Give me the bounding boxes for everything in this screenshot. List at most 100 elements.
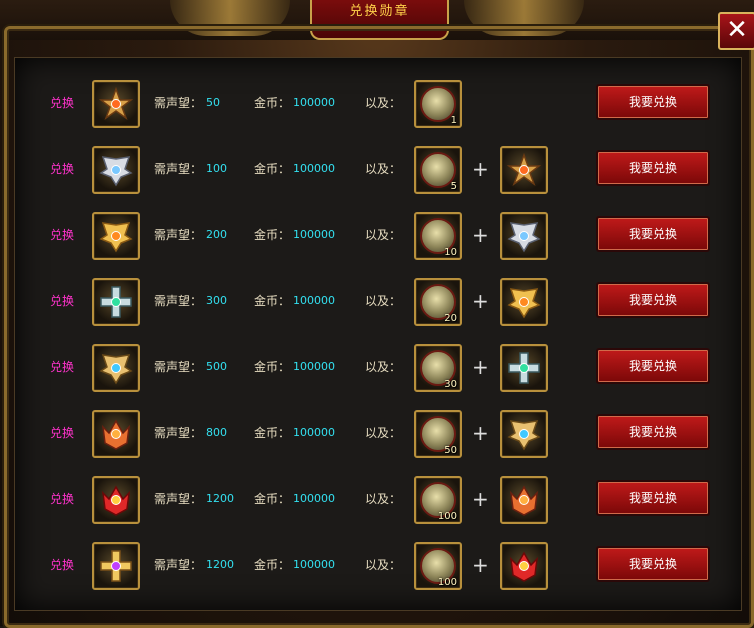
gold-label: 金币：: [254, 96, 291, 110]
required-medal-slot[interactable]: [500, 476, 548, 524]
reputation-value: 1200: [206, 492, 234, 505]
exchange-label: 兑换: [50, 294, 75, 308]
reputation-label: 需声望：: [154, 162, 203, 176]
exchange-label: 兑换: [50, 558, 75, 572]
exchange-label: 兑换: [50, 492, 75, 506]
reward-medal-slot[interactable]: [92, 80, 140, 128]
reputation-label: 需声望：: [154, 558, 203, 572]
reputation-value: 1200: [206, 558, 234, 571]
gold-label: 金币：: [254, 360, 291, 374]
gold-value: 100000: [293, 558, 335, 571]
reward-medal-slot[interactable]: [92, 476, 140, 524]
exchange-label: 兑换: [50, 360, 75, 374]
exchange-button[interactable]: 我要兑换: [596, 84, 710, 120]
exchange-button[interactable]: 我要兑换: [596, 282, 710, 318]
and-label: 以及：: [365, 96, 402, 110]
plus-sign: +: [472, 487, 489, 511]
exchange-row: 兑换 需声望： 300 金币： 100000 以及： 20 + 我要兑换: [0, 273, 754, 329]
exchange-button[interactable]: 我要兑换: [596, 546, 710, 582]
reputation-label: 需声望：: [154, 426, 203, 440]
token-count: 30: [444, 379, 457, 390]
token-count: 1: [450, 115, 457, 126]
close-button[interactable]: ✕: [718, 12, 754, 50]
reputation-value: 200: [206, 228, 227, 241]
and-label: 以及：: [365, 228, 402, 242]
exchange-row: 兑换 需声望： 800 金币： 100000 以及： 50 + 我要兑换: [0, 405, 754, 461]
token-slot[interactable]: 50: [414, 410, 462, 458]
reputation-label: 需声望：: [154, 96, 203, 110]
gold-label: 金币：: [254, 294, 291, 308]
reward-medal-slot[interactable]: [92, 278, 140, 326]
and-label: 以及：: [365, 492, 402, 506]
plus-sign: +: [472, 289, 489, 313]
plus-sign: +: [472, 421, 489, 445]
reputation-label: 需声望：: [154, 492, 203, 506]
reward-medal-slot[interactable]: [92, 344, 140, 392]
token-count: 100: [437, 511, 457, 522]
token-count: 20: [444, 313, 457, 324]
gold-label: 金币：: [254, 558, 291, 572]
token-count: 10: [444, 247, 457, 258]
gold-value: 100000: [293, 96, 335, 109]
exchange-button[interactable]: 我要兑换: [596, 414, 710, 450]
exchange-label: 兑换: [50, 96, 75, 110]
reputation-value: 100: [206, 162, 227, 175]
and-label: 以及：: [365, 558, 402, 572]
exchange-button[interactable]: 我要兑换: [596, 150, 710, 186]
token-slot[interactable]: 100: [414, 542, 462, 590]
and-label: 以及：: [365, 360, 402, 374]
reward-medal-slot[interactable]: [92, 146, 140, 194]
reward-medal-slot[interactable]: [92, 212, 140, 260]
gold-value: 100000: [293, 360, 335, 373]
exchange-label: 兑换: [50, 162, 75, 176]
reputation-value: 500: [206, 360, 227, 373]
plus-sign: +: [472, 355, 489, 379]
exchange-row: 兑换 需声望： 100 金币： 100000 以及： 5 + 我要兑换: [0, 141, 754, 197]
exchange-row: 兑换 需声望： 1200 金币： 100000 以及： 100 + 我要兑换: [0, 537, 754, 593]
token-slot[interactable]: 30: [414, 344, 462, 392]
and-label: 以及：: [365, 426, 402, 440]
plus-sign: +: [472, 157, 489, 181]
required-medal-slot[interactable]: [500, 410, 548, 458]
and-label: 以及：: [365, 294, 402, 308]
token-slot[interactable]: 5: [414, 146, 462, 194]
exchange-label: 兑换: [50, 426, 75, 440]
gold-label: 金币：: [254, 426, 291, 440]
token-count: 50: [444, 445, 457, 456]
gold-value: 100000: [293, 228, 335, 241]
required-medal-slot[interactable]: [500, 146, 548, 194]
reward-medal-slot[interactable]: [92, 410, 140, 458]
token-slot[interactable]: 100: [414, 476, 462, 524]
token-count: 5: [450, 181, 457, 192]
reputation-value: 800: [206, 426, 227, 439]
gold-value: 100000: [293, 492, 335, 505]
token-slot[interactable]: 10: [414, 212, 462, 260]
exchange-row: 兑换 需声望： 1200 金币： 100000 以及： 100 + 我要兑换: [0, 471, 754, 527]
exchange-row: 兑换 需声望： 200 金币： 100000 以及： 10 + 我要兑换: [0, 207, 754, 263]
reward-medal-slot[interactable]: [92, 542, 140, 590]
required-medal-slot[interactable]: [500, 212, 548, 260]
reputation-value: 300: [206, 294, 227, 307]
gold-label: 金币：: [254, 492, 291, 506]
exchange-label: 兑换: [50, 228, 75, 242]
required-medal-slot[interactable]: [500, 278, 548, 326]
plus-sign: +: [472, 553, 489, 577]
exchange-button[interactable]: 我要兑换: [596, 348, 710, 384]
exchange-row: 兑换 需声望： 50 金币： 100000 以及： 1 我要兑换: [0, 75, 754, 131]
reputation-label: 需声望：: [154, 294, 203, 308]
reputation-label: 需声望：: [154, 228, 203, 242]
token-slot[interactable]: 20: [414, 278, 462, 326]
required-medal-slot[interactable]: [500, 344, 548, 392]
reputation-label: 需声望：: [154, 360, 203, 374]
exchange-button[interactable]: 我要兑换: [596, 480, 710, 516]
required-medal-slot[interactable]: [500, 542, 548, 590]
and-label: 以及：: [365, 162, 402, 176]
reputation-value: 50: [206, 96, 220, 109]
token-slot[interactable]: 1: [414, 80, 462, 128]
gold-value: 100000: [293, 162, 335, 175]
gold-label: 金币：: [254, 228, 291, 242]
gold-value: 100000: [293, 426, 335, 439]
token-count: 100: [437, 577, 457, 588]
plus-sign: +: [472, 223, 489, 247]
exchange-button[interactable]: 我要兑换: [596, 216, 710, 252]
